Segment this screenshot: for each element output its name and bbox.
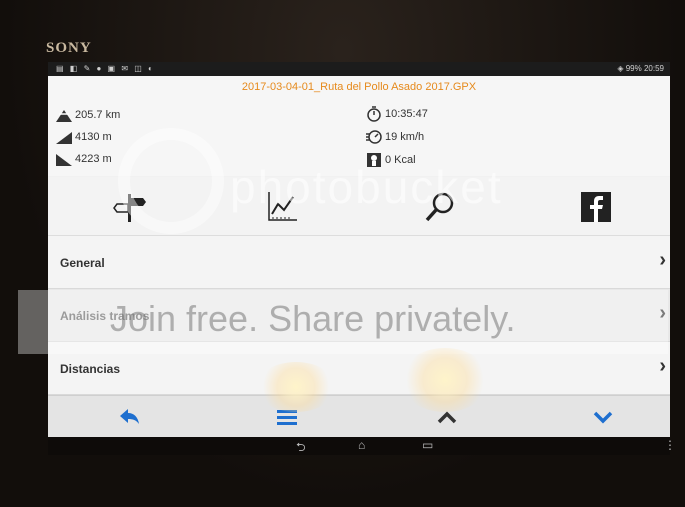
nav-home-icon[interactable]: ⌂ xyxy=(358,438,365,452)
chevron-right-icon: › xyxy=(659,249,666,271)
scroll-down-button[interactable] xyxy=(588,404,618,430)
back-arrow-button[interactable] xyxy=(114,404,144,430)
stat-descent: 4223 m xyxy=(56,152,112,166)
light-glare xyxy=(400,348,490,412)
watermark-logo-icon xyxy=(118,128,224,234)
nav-overflow-icon[interactable]: ⋮ xyxy=(664,438,676,452)
descent-icon xyxy=(56,154,72,166)
android-nav-bar: ⮌ ⌂ ▭ ⋮ xyxy=(48,437,676,455)
chevron-down-icon xyxy=(593,411,613,424)
stat-duration: 10:35:47 xyxy=(366,106,428,122)
stat-ascent-value: 4130 m xyxy=(75,131,112,143)
facebook-icon[interactable] xyxy=(576,187,616,227)
clock: 20:59 xyxy=(643,64,664,73)
list-item-general[interactable]: General › xyxy=(48,236,670,289)
light-glare xyxy=(256,362,336,412)
screen: ▤ ◧ ✎ ● ▣ ✉ ◫ ◐ ◈ 99% 20:59 2017-03-04-0… xyxy=(48,62,670,437)
stat-ascent: 4130 m xyxy=(56,130,112,144)
stat-distance: 205.7 km xyxy=(56,108,120,122)
bottom-action-bar xyxy=(48,395,670,437)
chevron-right-icon: › xyxy=(659,355,666,377)
status-notification-icons: ▤ ◧ ✎ ● ▣ ✉ ◫ ◐ xyxy=(56,64,155,73)
ascent-icon xyxy=(56,132,72,144)
file-title: 2017-03-04-01_Ruta del Pollo Asado 2017.… xyxy=(48,76,670,99)
status-bar: ▤ ◧ ✎ ● ▣ ✉ ◫ ◐ ◈ 99% 20:59 xyxy=(48,62,670,76)
speed-icon xyxy=(366,130,382,144)
watermark-slogan: Join free. Share privately. xyxy=(110,298,516,339)
back-arrow-icon xyxy=(120,409,139,424)
wifi-icon: ◈ xyxy=(617,64,624,73)
stat-descent-value: 4223 m xyxy=(75,153,112,165)
battery-level: 99% xyxy=(625,64,642,73)
distance-icon xyxy=(56,110,72,122)
stopwatch-icon xyxy=(367,106,381,122)
stat-distance-value: 205.7 km xyxy=(75,109,121,121)
stat-speed: 19 km/h xyxy=(366,129,424,145)
watermark-brand: photobucket xyxy=(230,161,503,213)
status-right: ◈ 99% 20:59 xyxy=(617,64,664,73)
chevron-up-icon xyxy=(437,411,457,424)
nav-back-icon[interactable]: ⮌ xyxy=(296,438,306,459)
list-item-label: Distancias xyxy=(60,362,121,376)
stat-duration-value: 10:35:47 xyxy=(385,108,428,120)
nav-recents-icon[interactable]: ▭ xyxy=(422,438,433,452)
stat-speed-value: 19 km/h xyxy=(385,131,425,143)
device-brand: SONY xyxy=(46,40,92,56)
list-item-label: General xyxy=(60,256,105,270)
